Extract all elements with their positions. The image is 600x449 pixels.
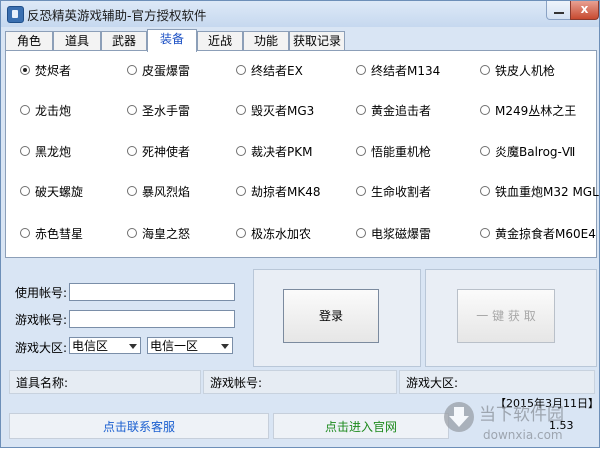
radio-indicator [236,146,246,156]
radio-indicator [480,186,490,196]
use-account-input[interactable] [69,283,235,301]
radio-indicator [356,146,366,156]
radio-indicator [20,186,30,196]
region-isp-select[interactable]: 电信区 [69,337,141,354]
chevron-down-icon [221,344,229,349]
close-icon: x [580,2,589,16]
radio-indicator [356,186,366,196]
minimize-button[interactable] [546,1,572,20]
game-account-label: 游戏帐号: [15,313,68,327]
region-server-select[interactable]: 电信一区 [147,337,233,354]
login-section: 使用帐号: 游戏帐号: 游戏大区: 电信区 电信一区 登录 一 键 获 取 [5,263,597,367]
radio-indicator [236,228,246,238]
watermark-logo: 当下软件园 downxia.com [444,402,564,442]
game-account-status: 游戏帐号: [203,370,397,394]
close-button[interactable]: x [570,1,599,20]
radio-indicator [20,65,30,75]
use-account-label: 使用帐号: [15,286,68,300]
contact-support-button[interactable]: 点击联系客服 [9,413,269,439]
region-status: 游戏大区: [399,370,595,394]
radio-indicator [356,105,366,115]
tab-equipment[interactable]: 装备 [147,29,197,52]
radio-indicator [480,228,490,238]
radio-indicator [127,65,137,75]
tab-records[interactable]: 获取记录 [289,31,345,51]
tab-melee[interactable]: 近战 [197,31,243,51]
game-account-input[interactable] [69,310,235,328]
tab-functions[interactable]: 功能 [243,31,289,51]
radio-indicator [20,228,30,238]
radio-indicator [20,105,30,115]
radio-indicator [356,65,366,75]
radio-indicator [480,65,490,75]
official-site-button[interactable]: 点击进入官网 [273,413,449,439]
tab-weapons[interactable]: 武器 [101,31,147,51]
radio-indicator [127,146,137,156]
tab-items[interactable]: 道具 [53,31,101,51]
item-name-status: 道具名称: [9,370,201,394]
app-icon [7,6,24,23]
chevron-down-icon [129,344,137,349]
radio-indicator [480,146,490,156]
radio-indicator [236,65,246,75]
radio-indicator [236,105,246,115]
main-window: 反恐精英游戏辅助-官方授权软件 x 角色 道具 武器 装备 近战 功能 获取记录… [0,0,600,448]
radio-indicator [20,146,30,156]
tab-character[interactable]: 角色 [5,31,53,51]
radio-indicator [236,186,246,196]
radio-indicator [480,105,490,115]
region-label: 游戏大区: [15,341,68,355]
one-click-fetch-button[interactable]: 一 键 获 取 [457,289,555,343]
radio-indicator [127,105,137,115]
login-button[interactable]: 登录 [283,289,379,343]
version-label: 1.53 [549,419,574,432]
radio-indicator [127,186,137,196]
radio-indicator [127,228,137,238]
window-title: 反恐精英游戏辅助-官方授权软件 [27,8,207,23]
equipment-panel: 焚烬者 皮蛋爆雷 终结者EX 终结者M134 铁皮人机枪 龙击炮 圣水手雷 毁灭… [5,50,599,258]
radio-indicator [356,228,366,238]
title-bar: 反恐精英游戏辅助-官方授权软件 x [1,1,599,27]
